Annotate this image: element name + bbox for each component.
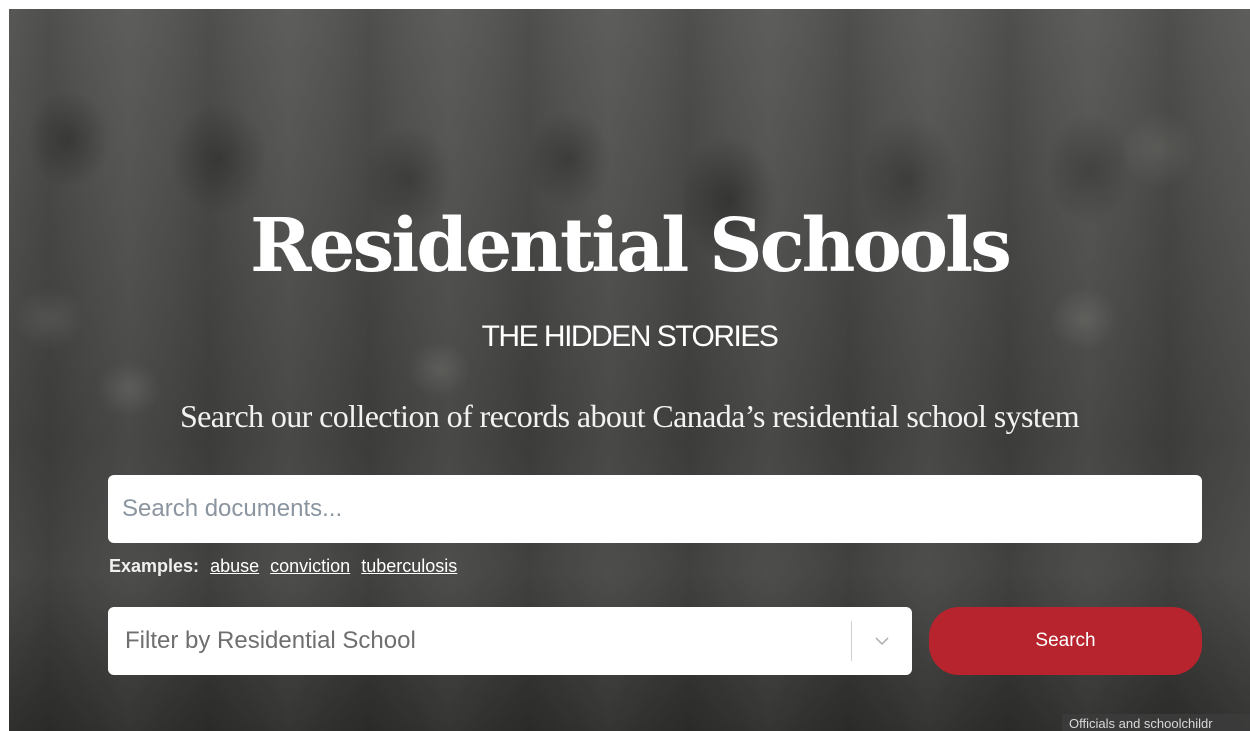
hero-tagline: Search our collection of records about C… [179, 398, 1080, 434]
search-input[interactable] [108, 475, 1202, 543]
example-link-tuberculosis[interactable]: tuberculosis [361, 556, 457, 576]
filter-placeholder: Filter by Residential School [125, 627, 416, 654]
example-link-conviction[interactable]: conviction [270, 556, 350, 576]
page-title: Residential Schools [250, 203, 1012, 289]
school-filter-select[interactable]: Filter by Residential School [108, 607, 912, 675]
examples-label: Examples: [109, 556, 200, 576]
chevron-down-icon[interactable] [852, 636, 912, 646]
page-subtitle: THE HIDDEN STORIES [481, 320, 779, 353]
hero-section: Residential Schools THE HIDDEN STORIES S… [9, 9, 1250, 731]
example-link-abuse[interactable]: abuse [210, 556, 259, 576]
photo-caption: Officials and schoolchildr [1062, 714, 1250, 731]
search-button[interactable]: Search [929, 607, 1202, 675]
search-examples: Examples: abuse conviction tuberculosis [109, 556, 463, 577]
